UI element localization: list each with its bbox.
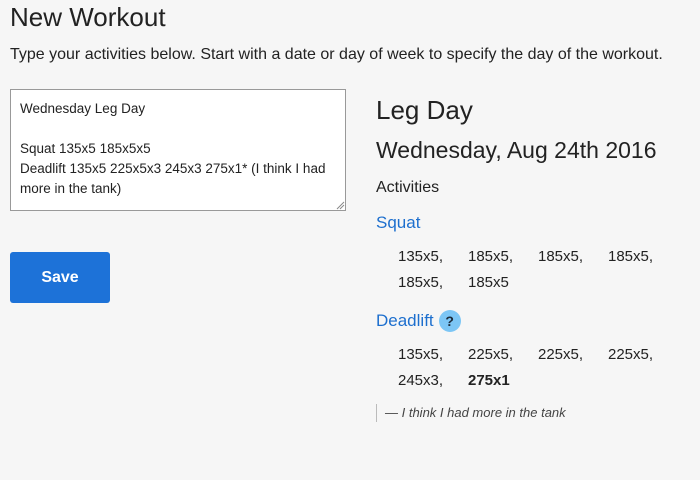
set-item: 185x5, xyxy=(468,248,514,265)
set-item: 185x5, xyxy=(538,248,584,265)
set-item: 225x5, xyxy=(538,346,584,363)
workout-text-input[interactable]: Wednesday Leg Day Squat 135x5 185x5x5 De… xyxy=(10,89,346,211)
set-item: 225x5, xyxy=(468,346,514,363)
new-workout-page: New Workout Type your activities below. … xyxy=(0,0,700,480)
set-list: 135x5, 185x5, 185x5, 185x5, 185x5, 185x5 xyxy=(398,244,688,296)
set-item-highlighted: 275x1 xyxy=(468,372,510,389)
instructions-text: Type your activities below. Start with a… xyxy=(10,46,663,63)
exercise-name-link[interactable]: Squat xyxy=(376,212,696,234)
resize-handle-icon[interactable] xyxy=(336,201,345,210)
set-list: 135x5, 225x5, 225x5, 225x5, 245x3, 275x1 xyxy=(398,342,688,394)
set-item: 135x5, xyxy=(398,346,444,363)
set-item: 185x5 xyxy=(468,274,509,291)
set-note: — I think I had more in the tank xyxy=(376,404,696,422)
set-item: 245x3, xyxy=(398,372,444,389)
exercise-name-label: Squat xyxy=(376,213,421,232)
set-item: 185x5, xyxy=(608,248,654,265)
workout-date: Wednesday, Aug 24th 2016 xyxy=(376,137,657,163)
exercise-name-link[interactable]: Deadlift ? xyxy=(376,310,696,332)
set-item: 135x5, xyxy=(398,248,444,265)
page-title: New Workout xyxy=(10,2,166,32)
set-item: 185x5, xyxy=(398,274,444,291)
activities-heading: Activities xyxy=(376,179,440,196)
question-mark-icon[interactable]: ? xyxy=(438,310,461,332)
exercise-name-label: Deadlift xyxy=(376,311,434,330)
set-item: 225x5, xyxy=(608,346,654,363)
workout-name: Leg Day xyxy=(376,95,473,125)
exercise-squat: Squat 135x5, 185x5, 185x5, 185x5, 185x5,… xyxy=(376,212,696,296)
exercise-deadlift: Deadlift ? 135x5, 225x5, 225x5, 225x5, 2… xyxy=(376,310,696,422)
workout-preview: Leg Day Wednesday, Aug 24th 2016 Activit… xyxy=(376,93,696,422)
save-button[interactable]: Save xyxy=(10,252,110,303)
